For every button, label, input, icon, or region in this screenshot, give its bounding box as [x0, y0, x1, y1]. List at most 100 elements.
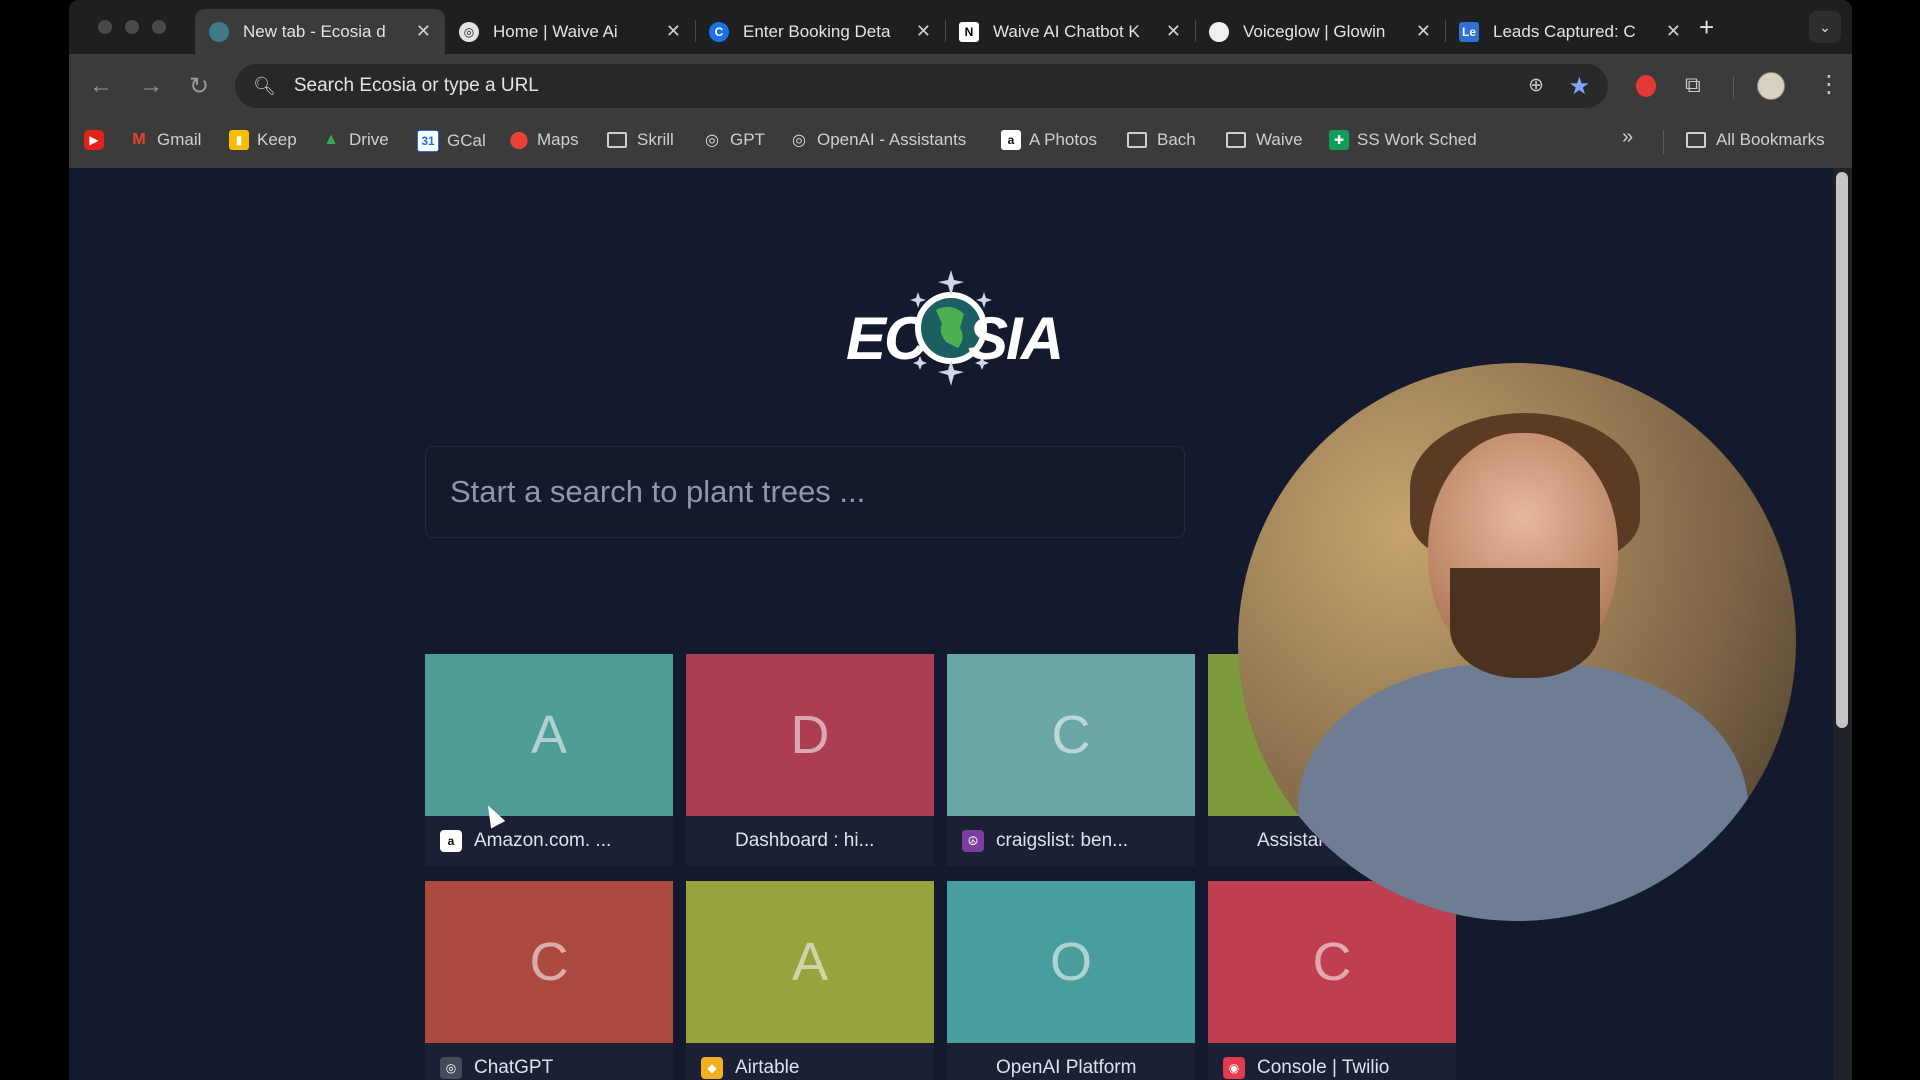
- tab-label: Enter Booking Deta: [743, 21, 891, 41]
- shortcut-tile-dashboard[interactable]: D Dashboard : hi...: [686, 654, 934, 866]
- tab-label: Home | Waive Ai: [493, 21, 618, 41]
- tile-caption: ◆ Airtable: [686, 1043, 934, 1080]
- shortcut-tile-openai-platform[interactable]: O OpenAI Platform: [947, 881, 1195, 1080]
- close-icon[interactable]: ✕: [666, 21, 681, 42]
- bookmark-keep[interactable]: ▮ Keep: [229, 130, 297, 150]
- tab-search-chevron-icon[interactable]: ⌄: [1809, 11, 1841, 43]
- bookmark-gcal[interactable]: 31 GCal: [417, 130, 486, 152]
- address-bar[interactable]: 🔍︎ Search Ecosia or type a URL ⊕ ★: [235, 64, 1608, 108]
- bookmark-label: GCal: [447, 131, 486, 150]
- close-icon[interactable]: ✕: [416, 21, 431, 42]
- tile-caption: ◎ ChatGPT: [425, 1043, 673, 1080]
- close-icon[interactable]: ✕: [1416, 21, 1431, 42]
- toolbar: ← → ↻ 🔍︎ Search Ecosia or type a URL ⊕ ★…: [69, 54, 1852, 118]
- bookmark-openai-assistants[interactable]: ◎ OpenAI - Assistants: [789, 130, 966, 150]
- address-bar-text: Search Ecosia or type a URL: [293, 75, 539, 96]
- bookmark-star-icon[interactable]: ★: [1568, 72, 1590, 101]
- more-menu-icon[interactable]: ⋮: [1817, 70, 1841, 99]
- bookmark-youtube[interactable]: ▶: [84, 130, 112, 150]
- zoom-icon[interactable]: ⊕: [1528, 74, 1544, 97]
- tile-caption-text: Dashboard : hi...: [735, 830, 875, 851]
- amazon-icon: a: [440, 830, 462, 852]
- bookmark-skrill[interactable]: Skrill: [607, 130, 674, 150]
- bookmark-label: Gmail: [157, 130, 202, 149]
- bookmark-label: OpenAI - Assistants: [817, 130, 967, 149]
- tile-thumbnail: A: [686, 881, 934, 1043]
- tab-label: Leads Captured: C: [1493, 21, 1636, 41]
- tile-caption: a Amazon.com. ...: [425, 816, 673, 866]
- tile-caption-text: Console | Twilio: [1257, 1057, 1390, 1078]
- bookmark-waive[interactable]: Waive: [1226, 130, 1303, 150]
- shortcut-tile-airtable[interactable]: A ◆ Airtable: [686, 881, 934, 1080]
- webcam-overlay: [1238, 363, 1796, 921]
- tab-label: Waive AI Chatbot K: [993, 21, 1140, 41]
- bookmark-gmail[interactable]: M Gmail: [129, 130, 201, 150]
- new-tab-plus-icon[interactable]: +: [1699, 12, 1714, 43]
- tab-enter-booking-details[interactable]: C Enter Booking Deta ✕: [695, 9, 945, 54]
- twilio-icon: ◉: [1223, 1057, 1245, 1079]
- tile-thumbnail: D: [686, 654, 934, 816]
- openai-icon: [962, 1057, 984, 1079]
- tile-thumbnail: C: [947, 654, 1195, 816]
- close-window-dot[interactable]: [98, 20, 112, 34]
- airtable-icon: ◆: [701, 1057, 723, 1079]
- le-icon: Le: [1459, 21, 1479, 42]
- bookmark-label: A Photos: [1029, 130, 1098, 149]
- bookmark-drive[interactable]: ▲ Drive: [321, 130, 389, 150]
- tile-caption-text: ChatGPT: [474, 1057, 554, 1078]
- gcal-icon: 31: [417, 130, 439, 152]
- craigslist-icon: ☮: [962, 830, 984, 852]
- bookmark-label: Bach: [1157, 130, 1196, 149]
- close-icon[interactable]: ✕: [1666, 21, 1681, 42]
- scrollbar-thumb[interactable]: [1836, 172, 1848, 728]
- tile-caption: OpenAI Platform: [947, 1043, 1195, 1080]
- more-bookmarks-chevron-icon[interactable]: »: [1622, 126, 1633, 149]
- tab-voiceglow[interactable]: Voiceglow | Glowin ✕: [1195, 9, 1445, 54]
- voiceglow-icon: [1209, 21, 1229, 42]
- tile-thumbnail: A: [425, 654, 673, 816]
- tab-home-waive-ai[interactable]: ◎ Home | Waive Ai ✕: [445, 9, 695, 54]
- browser-window: New tab - Ecosia d ✕ ◎ Home | Waive Ai ✕…: [69, 0, 1852, 1080]
- maximize-window-dot[interactable]: [152, 20, 166, 34]
- tab-leads-captured[interactable]: Le Leads Captured: C ✕: [1445, 9, 1695, 54]
- bookmark-bach[interactable]: Bach: [1127, 130, 1196, 150]
- extensions-puzzle-icon[interactable]: ⧉: [1685, 72, 1701, 98]
- tab-new-tab-ecosia[interactable]: New tab - Ecosia d ✕: [195, 9, 445, 54]
- dashboard-icon: [701, 830, 723, 852]
- bookmark-label: Maps: [537, 130, 579, 149]
- tab-waive-ai-chatbot[interactable]: N Waive AI Chatbot K ✕: [945, 9, 1195, 54]
- openai-icon: ◎: [792, 132, 806, 149]
- shortcut-tile-craigslist[interactable]: C ☮ craigslist: ben...: [947, 654, 1195, 866]
- bookmark-label: Skrill: [637, 130, 674, 149]
- notion-icon: N: [959, 21, 979, 42]
- bookmark-label: GPT: [730, 130, 765, 149]
- tab-label: Voiceglow | Glowin: [1243, 21, 1386, 41]
- close-icon[interactable]: ✕: [1166, 21, 1181, 42]
- person-body: [1298, 663, 1748, 921]
- forward-arrow-icon[interactable]: →: [139, 72, 163, 100]
- bookmark-maps[interactable]: ⬤ Maps: [509, 130, 579, 150]
- folder-icon: [1226, 132, 1246, 148]
- openai-icon: ◎: [459, 21, 479, 42]
- search-input[interactable]: Start a search to plant trees ...: [425, 446, 1185, 538]
- page-content: EC SIA Start a search to plant trees ...…: [69, 168, 1833, 1080]
- profile-avatar[interactable]: [1757, 72, 1785, 100]
- bookmark-a-photos[interactable]: a A Photos: [1001, 130, 1097, 150]
- bookmark-gpt[interactable]: ◎ GPT: [702, 130, 765, 150]
- tile-caption-text: Amazon.com. ...: [474, 830, 612, 851]
- reload-icon[interactable]: ↻: [189, 72, 209, 101]
- shortcut-tile-amazon[interactable]: A a Amazon.com. ...: [425, 654, 673, 866]
- shortcut-tile-chatgpt[interactable]: C ◎ ChatGPT: [425, 881, 673, 1080]
- folder-icon: [1127, 132, 1147, 148]
- openai-icon: [1223, 830, 1245, 852]
- extension-icon[interactable]: [1636, 75, 1656, 97]
- back-arrow-icon[interactable]: ←: [89, 72, 113, 100]
- gmail-icon: M: [132, 131, 146, 148]
- tile-caption: ☮ craigslist: ben...: [947, 816, 1195, 866]
- tile-thumbnail: C: [425, 881, 673, 1043]
- close-icon[interactable]: ✕: [916, 21, 931, 42]
- folder-icon: [1686, 132, 1706, 148]
- all-bookmarks-button[interactable]: All Bookmarks: [1686, 130, 1825, 150]
- minimize-window-dot[interactable]: [125, 20, 139, 34]
- bookmark-ss-work-sched[interactable]: ✚ SS Work Sched: [1329, 130, 1477, 150]
